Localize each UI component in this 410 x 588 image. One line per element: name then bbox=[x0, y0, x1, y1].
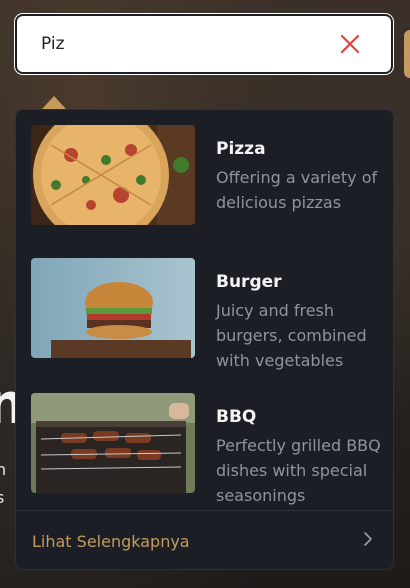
clear-search-button[interactable] bbox=[339, 33, 361, 55]
background-tab bbox=[404, 30, 410, 78]
result-title: Burger bbox=[216, 272, 282, 292]
burger-image bbox=[31, 258, 195, 358]
chevron-right-icon bbox=[363, 531, 373, 551]
search-input[interactable] bbox=[17, 16, 339, 72]
close-icon bbox=[340, 34, 360, 54]
bbq-image bbox=[31, 393, 195, 493]
see-more-label: Lihat Selengkapnya bbox=[32, 531, 190, 551]
result-item-pizza[interactable]: Pizza Offering a variety of delicious pi… bbox=[31, 125, 381, 225]
result-description: Juicy and fresh burgers, combined with v… bbox=[216, 301, 367, 370]
search-results-dropdown: Pizza Offering a variety of delicious pi… bbox=[15, 109, 394, 570]
see-more-link[interactable]: Lihat Selengkapnya bbox=[16, 511, 393, 569]
pizza-image bbox=[31, 125, 195, 225]
result-title: BBQ bbox=[216, 407, 257, 427]
background-text-line: n bbox=[0, 460, 7, 479]
result-title: Pizza bbox=[216, 139, 266, 159]
result-item-bbq[interactable]: BBQ Perfectly grilled BBQ dishes with sp… bbox=[31, 393, 381, 508]
dropdown-caret bbox=[42, 96, 66, 109]
result-description: Perfectly grilled BBQ dishes with specia… bbox=[216, 436, 381, 505]
search-bar bbox=[15, 14, 393, 74]
background-text-line: s bbox=[0, 488, 5, 507]
result-item-burger[interactable]: Burger Juicy and fresh burgers, combined… bbox=[31, 258, 381, 373]
result-description: Offering a variety of delicious pizzas bbox=[216, 168, 378, 212]
